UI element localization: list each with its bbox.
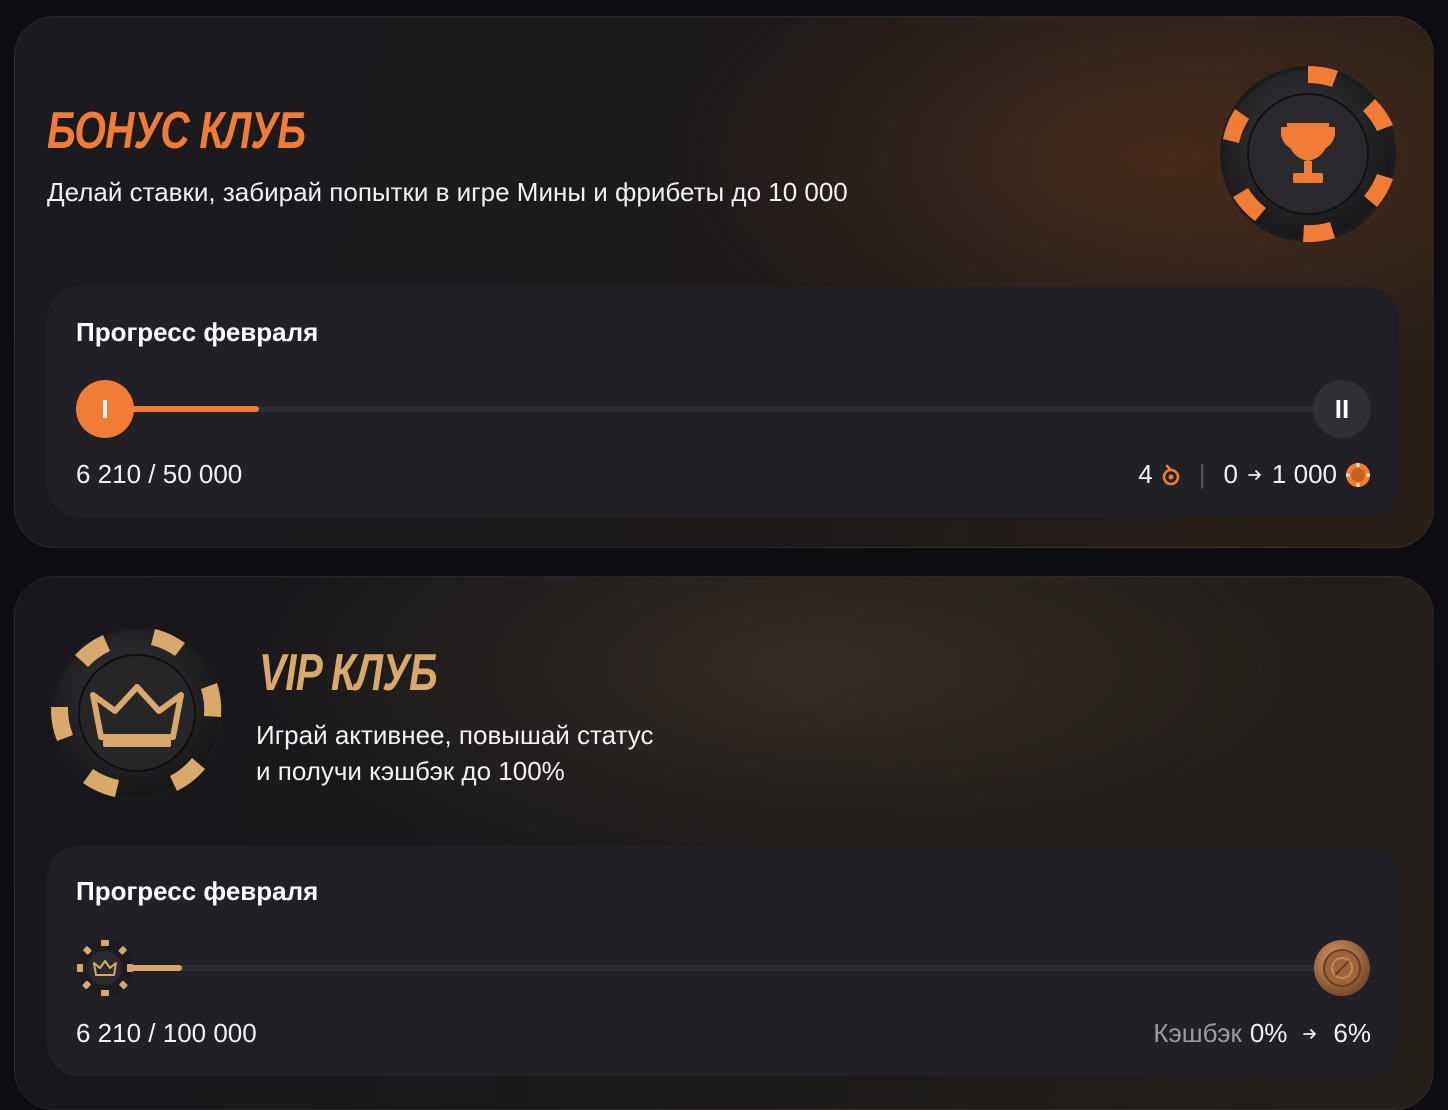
vip-progress-track	[105, 965, 1345, 971]
bonus-club-title: БОНУС КЛУБ	[47, 102, 306, 160]
cashback-from: 0%	[1249, 1018, 1288, 1048]
crown-chip-icon	[77, 940, 133, 996]
vip-progress-value: 6 210 / 100 000	[76, 1018, 257, 1048]
arrow-right-icon	[1303, 1028, 1317, 1039]
bonus-progress-panel: Прогресс февраля I II 6 210 / 50 000 4 |…	[47, 287, 1399, 517]
cashback-label: Кэшбэк	[1153, 1018, 1242, 1048]
vip-progress-title: Прогресс февраля	[76, 876, 319, 906]
bonus-club-card[interactable]: БОНУС КЛУБ Делай ставки, забирай попытки…	[14, 16, 1434, 548]
arrow-right-icon	[1248, 469, 1261, 480]
mines-attempt-icon	[1162, 464, 1179, 485]
vip-cashback: Кэшбэк 0% 6%	[1153, 1018, 1371, 1049]
cashback-to: 6%	[1333, 1018, 1371, 1048]
bonus-level-next: II	[1313, 380, 1371, 438]
vip-club-card[interactable]: VIP КЛУБ Играй активнее, повышай статус …	[14, 576, 1434, 1110]
bonus-club-subtitle: Делай ставки, забирай попытки в игре Мин…	[47, 177, 848, 207]
crown-chip-large-icon	[50, 626, 224, 800]
bonus-reward: 4 | 0 1 000	[1138, 459, 1371, 490]
bronze-chip-icon	[1314, 940, 1370, 996]
bonus-progress-value: 6 210 / 50 000	[76, 459, 243, 489]
vip-subtitle-line2: и получи кэшбэк до 100%	[256, 756, 565, 786]
bonus-progress-title: Прогресс февраля	[76, 317, 319, 347]
freebet-coin-icon	[1346, 462, 1370, 487]
vip-club-title: VIP КЛУБ	[259, 644, 438, 702]
trophy-chip-icon	[1220, 65, 1396, 243]
attempts-count: 4	[1138, 459, 1153, 489]
freebet-to: 1 000	[1271, 459, 1337, 489]
freebet-from: 0	[1223, 459, 1238, 489]
vip-subtitle-line1: Играй активнее, повышай статус	[256, 720, 654, 750]
vip-club-subtitle: Играй активнее, повышай статус и получи …	[256, 717, 776, 789]
vip-progress-panel: Прогресс февраля 6 210 / 100 000 Кэшбэк …	[47, 846, 1399, 1076]
bonus-level-current: I	[76, 380, 134, 438]
bonus-progress-track	[105, 406, 1345, 412]
reward-separator: |	[1198, 459, 1206, 489]
